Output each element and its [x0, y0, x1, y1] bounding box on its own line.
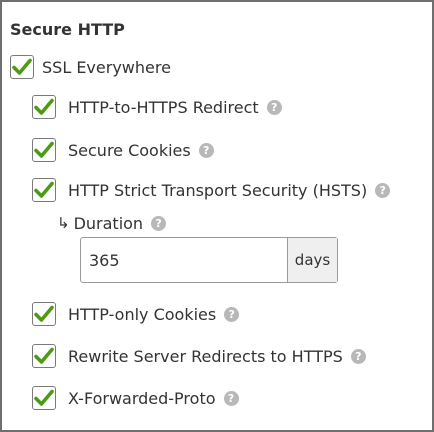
checkmark-icon	[34, 389, 54, 406]
duration-unit-addon: days	[287, 238, 337, 282]
secure-cookies-checkbox[interactable]	[32, 138, 56, 162]
x-forwarded-proto-checkbox[interactable]	[32, 386, 56, 410]
option-hsts[interactable]: HTTP Strict Transport Security (HSTS) ?	[32, 176, 391, 204]
checkmark-icon	[34, 98, 54, 115]
option-rewrite-server-redirects[interactable]: Rewrite Server Redirects to HTTPS ?	[32, 342, 366, 370]
sub-arrow-icon: ↳	[57, 214, 70, 232]
option-x-forwarded-proto[interactable]: X-Forwarded-Proto ?	[32, 384, 239, 412]
section-title: Secure HTTP	[10, 20, 125, 39]
option-label: HTTP Strict Transport Security (HSTS)	[68, 180, 368, 200]
http-to-https-redirect-checkbox[interactable]	[32, 95, 56, 119]
secure-http-panel: Secure HTTP SSL Everywhere HTTP-to-HTTPS…	[0, 0, 434, 432]
help-icon[interactable]: ?	[198, 142, 214, 158]
help-icon[interactable]: ?	[224, 306, 240, 322]
option-label: Rewrite Server Redirects to HTTPS	[68, 346, 343, 366]
option-label: HTTP-to-HTTPS Redirect	[68, 97, 259, 117]
ssl-everywhere-label: SSL Everywhere	[42, 57, 171, 77]
help-icon[interactable]: ?	[375, 182, 391, 198]
option-http-to-https-redirect[interactable]: HTTP-to-HTTPS Redirect ?	[32, 93, 282, 121]
duration-label: Duration	[73, 213, 144, 233]
option-http-only-cookies[interactable]: HTTP-only Cookies ?	[32, 300, 240, 328]
checkmark-icon	[34, 305, 54, 322]
duration-row: ↳ Duration ?	[57, 211, 167, 235]
hsts-checkbox[interactable]	[32, 178, 56, 202]
option-secure-cookies[interactable]: Secure Cookies ?	[32, 136, 214, 164]
ssl-everywhere-checkbox[interactable]	[10, 55, 34, 79]
checkmark-icon	[34, 141, 54, 158]
checkmark-icon	[12, 58, 32, 75]
http-only-cookies-checkbox[interactable]	[32, 302, 56, 326]
rewrite-server-redirects-checkbox[interactable]	[32, 344, 56, 368]
duration-input-group: days	[80, 237, 338, 283]
ssl-everywhere-row[interactable]: SSL Everywhere	[10, 53, 171, 81]
checkmark-icon	[34, 347, 54, 364]
option-label: HTTP-only Cookies	[68, 304, 217, 324]
option-label: Secure Cookies	[68, 140, 191, 160]
checkmark-icon	[34, 181, 54, 198]
duration-input[interactable]	[81, 238, 287, 282]
option-label: X-Forwarded-Proto	[68, 388, 216, 408]
help-icon[interactable]: ?	[266, 99, 282, 115]
help-icon[interactable]: ?	[151, 215, 167, 231]
help-icon[interactable]: ?	[223, 390, 239, 406]
help-icon[interactable]: ?	[350, 348, 366, 364]
